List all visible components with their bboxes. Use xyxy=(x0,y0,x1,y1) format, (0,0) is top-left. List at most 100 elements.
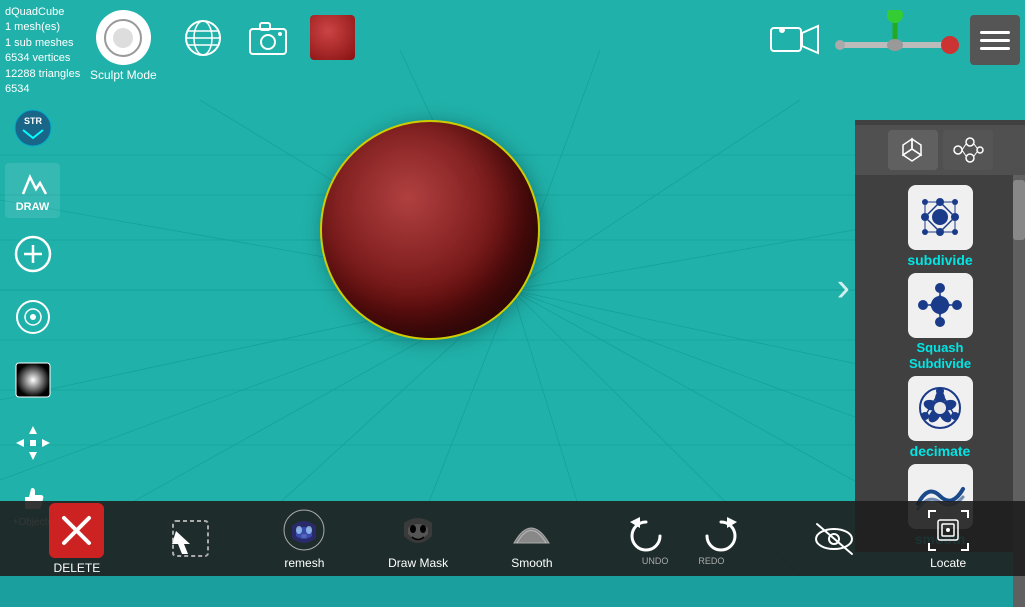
delete-icon xyxy=(49,503,104,558)
triangle-count: 12288 triangles xyxy=(5,67,80,82)
camera-icon xyxy=(247,19,289,57)
draw-icon xyxy=(18,169,48,199)
move-icon xyxy=(14,424,52,462)
redo-label: REDO xyxy=(698,556,724,566)
select-icon xyxy=(168,516,213,561)
video-icon xyxy=(770,23,820,58)
add-button[interactable] xyxy=(5,226,60,281)
menu-line-2 xyxy=(980,39,1010,42)
sculpt-icon xyxy=(103,18,143,58)
locate-button[interactable]: Locate xyxy=(913,508,983,570)
remesh-icon xyxy=(282,508,327,553)
mask-icon-svg xyxy=(396,508,441,553)
panel-header xyxy=(855,125,1025,175)
remesh-label: remesh xyxy=(284,556,324,570)
move-button[interactable] xyxy=(5,415,60,470)
3d-sphere xyxy=(320,120,540,340)
str-button[interactable]: STR xyxy=(5,100,60,155)
top-right-icons xyxy=(770,10,1020,70)
left-sidebar: STR DRAW xyxy=(5,100,60,533)
locate-label: Locate xyxy=(930,556,966,570)
eye-slash-icon xyxy=(812,516,857,561)
locate-icon-svg xyxy=(926,508,971,553)
rotation-tool-icon xyxy=(830,10,960,70)
panel-tab-cube[interactable] xyxy=(888,130,938,170)
menu-button[interactable] xyxy=(970,15,1020,65)
draw-mask-button[interactable]: Draw Mask xyxy=(383,508,453,570)
subdivide-icon-box xyxy=(908,185,973,250)
globe-button[interactable] xyxy=(180,15,225,60)
subdivide-tool[interactable]: subdivide xyxy=(870,185,1010,268)
scrollbar-thumb xyxy=(1013,180,1025,240)
undo-button[interactable] xyxy=(611,511,681,556)
extra-count: 6534 xyxy=(5,82,80,97)
sculpt-mode-label: Sculpt Mode xyxy=(90,68,157,82)
remesh-button[interactable]: remesh xyxy=(269,508,339,570)
menu-line-3 xyxy=(980,47,1010,50)
squash-subdivide-label: SquashSubdivide xyxy=(909,340,971,371)
subdivide-label: subdivide xyxy=(907,252,972,268)
draw-mask-label: Draw Mask xyxy=(388,556,448,570)
undo-label: UNDO xyxy=(642,556,669,566)
sculpt-circle xyxy=(96,10,151,65)
draw-button[interactable]: DRAW xyxy=(5,163,60,218)
undo-redo-labels: UNDO REDO xyxy=(642,556,725,566)
squash-subdivide-tool[interactable]: SquashSubdivide xyxy=(870,273,1010,371)
delete-button[interactable]: DELETE xyxy=(42,503,112,575)
menu-line-1 xyxy=(980,31,1010,34)
expand-panel-arrow[interactable]: › xyxy=(837,266,850,311)
locate-icon xyxy=(926,508,971,553)
x-icon xyxy=(54,508,99,553)
str-icon: STR xyxy=(13,108,53,148)
mesh-name: dQuadCube xyxy=(5,5,80,20)
texture-icon xyxy=(14,361,52,399)
undo-redo-row xyxy=(611,511,756,556)
mesh-count: 1 mesh(es) xyxy=(5,20,80,35)
undo-icon-svg xyxy=(626,514,666,554)
vertex-count: 6534 vertices xyxy=(5,51,80,66)
redo-icon-svg xyxy=(701,514,741,554)
draw-mask-icon xyxy=(396,508,441,553)
select-button[interactable] xyxy=(156,516,226,561)
hide-show-button[interactable] xyxy=(799,516,869,561)
decimate-icon xyxy=(913,381,968,436)
subdivide-icon xyxy=(913,190,968,245)
smooth-bottom-icon-svg xyxy=(509,508,554,553)
target-icon xyxy=(14,298,52,336)
bottom-bar: DELETE remesh xyxy=(0,501,1025,576)
panel-tab-nodes[interactable] xyxy=(943,130,993,170)
smooth-bottom-button[interactable]: Smooth xyxy=(497,508,567,570)
texture-button[interactable] xyxy=(5,352,60,407)
add-icon xyxy=(14,235,52,273)
delete-label: DELETE xyxy=(54,561,101,575)
redo-button[interactable] xyxy=(686,511,756,556)
svg-text:STR: STR xyxy=(24,116,43,126)
sub-mesh-count: 1 sub meshes xyxy=(5,36,80,51)
decimate-tool[interactable]: decimate xyxy=(870,376,1010,459)
select-box-icon xyxy=(168,516,213,561)
draw-label: DRAW xyxy=(16,201,50,213)
remesh-icon-svg xyxy=(282,508,327,553)
material-button[interactable] xyxy=(310,15,355,60)
screenshot-button[interactable] xyxy=(245,15,290,60)
target-button[interactable] xyxy=(5,289,60,344)
decimate-label: decimate xyxy=(910,443,971,459)
redo-icon xyxy=(698,511,743,556)
globe-icon xyxy=(183,18,223,58)
top-icons xyxy=(180,15,355,60)
video-button[interactable] xyxy=(770,20,820,60)
right-panel: subdivide SquashSubdivide xyxy=(855,120,1025,552)
squash-subdivide-icon xyxy=(913,278,968,333)
eye-slash-icon-svg xyxy=(812,519,857,559)
smooth-bottom-label: Smooth xyxy=(511,556,552,570)
nodes-icon xyxy=(950,135,985,165)
undo-redo-group: UNDO REDO xyxy=(611,511,756,566)
cube-view-icon xyxy=(895,135,930,165)
mesh-info: dQuadCube 1 mesh(es) 1 sub meshes 6534 v… xyxy=(5,5,80,97)
smooth-bottom-icon xyxy=(509,508,554,553)
decimate-icon-box xyxy=(908,376,973,441)
rotation-tool[interactable] xyxy=(830,10,960,70)
squash-subdivide-icon-box xyxy=(908,273,973,338)
sculpt-mode-button[interactable]: Sculpt Mode xyxy=(90,10,157,82)
undo-icon xyxy=(623,511,668,556)
